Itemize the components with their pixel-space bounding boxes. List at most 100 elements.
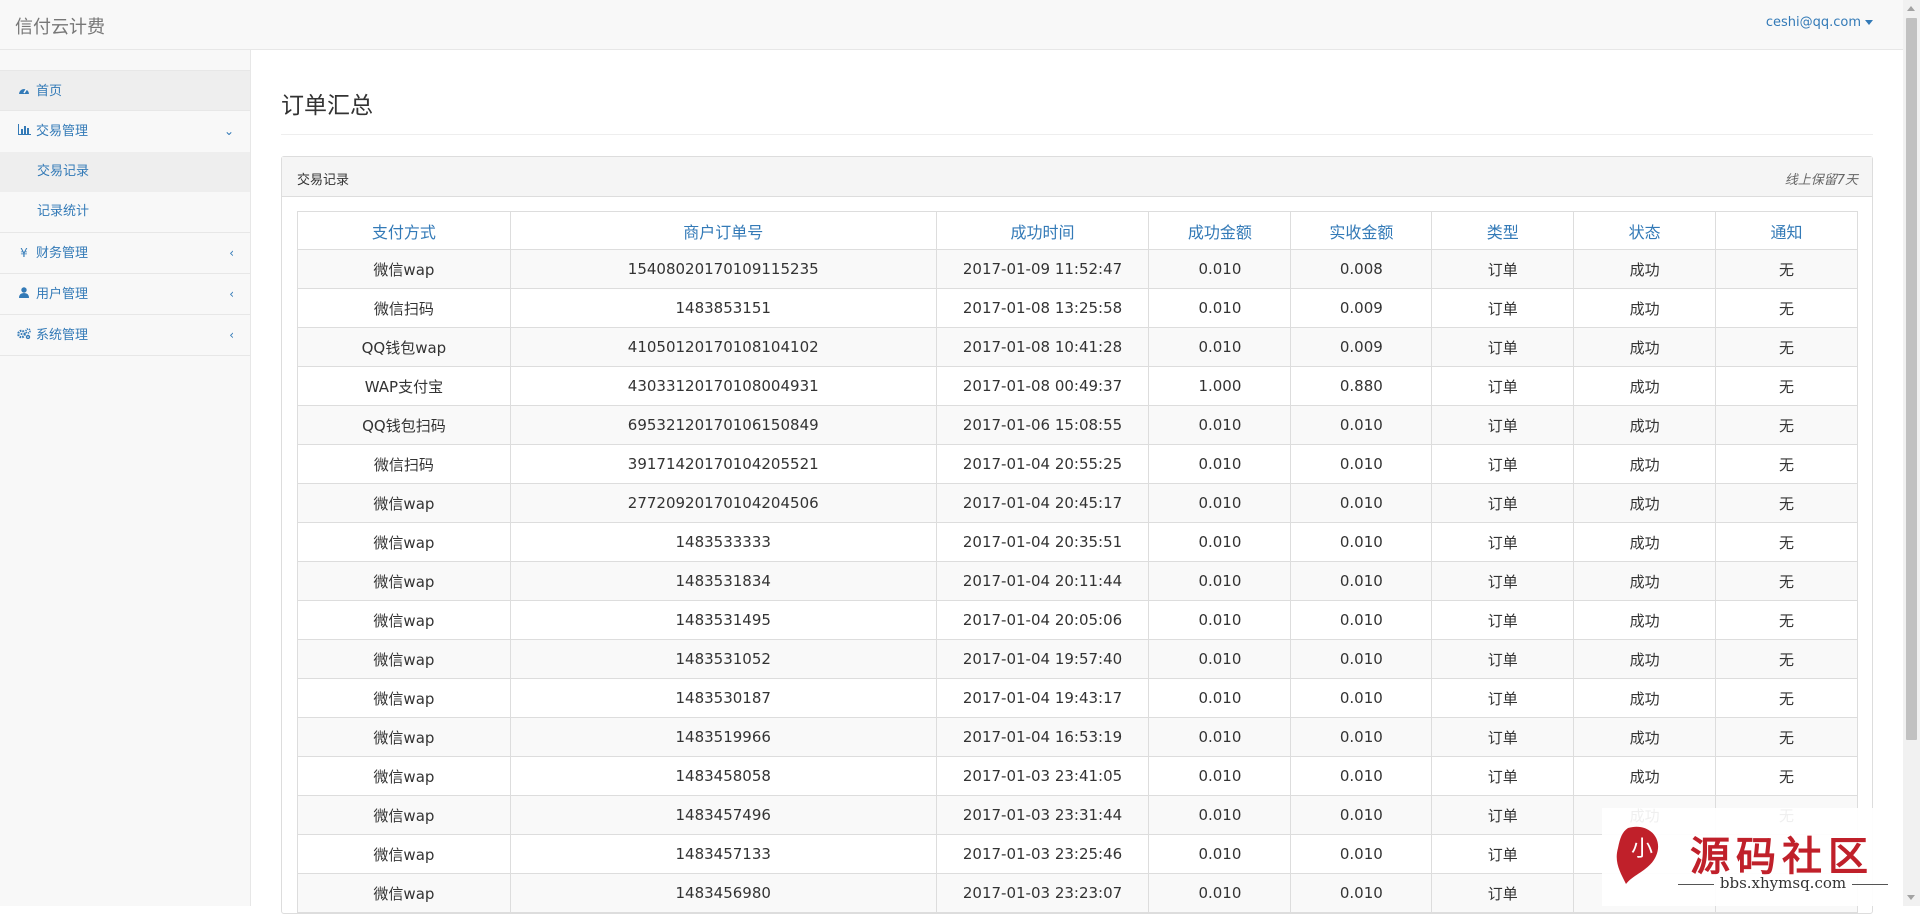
cell-status: 成功 <box>1573 678 1717 718</box>
sidebar-subitem-record-stats[interactable]: 记录统计 <box>0 192 250 232</box>
user-icon <box>16 274 32 314</box>
cell-received: 0.010 <box>1290 600 1433 640</box>
cell-order-no: 1483519966 <box>509 717 937 757</box>
cell-status: 成功 <box>1573 249 1717 289</box>
cell-pay-method: 微信wap <box>297 834 511 874</box>
cell-received: 0.009 <box>1290 327 1433 367</box>
sidebar: 首页 交易管理 ⌄ 交易记录 记录统计 ¥ 财务管理 ‹ 用户管理 ‹ 系统管理 … <box>0 50 251 906</box>
cell-amount: 0.010 <box>1148 444 1292 484</box>
cell-pay-method: 微信扫码 <box>297 288 511 328</box>
sidebar-item-system[interactable]: 系统管理 ‹ <box>0 315 250 356</box>
brand-title[interactable]: 信付云计费 <box>15 13 105 39</box>
cell-pay-method: 微信扫码 <box>297 444 511 484</box>
transactions-panel: 交易记录 线上保留7天 支付方式 商户订单号 成功时间 成功金额 实收金额 类型… <box>281 156 1873 914</box>
chevron-left-icon: ‹ <box>229 328 234 342</box>
table-row: WAP支付宝 43033120170108004931 2017-01-08 00:… <box>297 366 1858 406</box>
sidebar-subitem-label: 记录统计 <box>37 204 90 219</box>
cell-amount: 0.010 <box>1148 561 1292 601</box>
table-row: 微信wap 1483458058 2017-01-03 23:41:05 0.010 0… <box>297 756 1858 796</box>
cell-status: 成功 <box>1573 405 1717 445</box>
sidebar-item-label: 首页 <box>36 84 63 99</box>
page-scrollbar[interactable] <box>1903 0 1920 906</box>
retention-note: 线上保留7天 <box>1784 173 1858 188</box>
cell-amount: 0.010 <box>1148 756 1292 796</box>
cell-amount: 0.010 <box>1148 678 1292 718</box>
cell-amount: 0.010 <box>1148 639 1292 679</box>
table-row: QQ钱包wap 41050120170108104102 2017-01-08 10… <box>297 327 1858 367</box>
cell-notify: 无 <box>1715 678 1858 718</box>
cell-pay-method: QQ钱包wap <box>297 327 511 367</box>
chevron-down-icon: ⌄ <box>223 124 234 138</box>
cell-type: 订单 <box>1431 405 1575 445</box>
user-email: ceshi@qq.com <box>1765 15 1861 30</box>
cell-type: 订单 <box>1431 366 1575 406</box>
scrollbar-thumb[interactable] <box>1906 18 1917 740</box>
table-row: 微信wap 1483519966 2017-01-04 16:53:19 0.010 0… <box>297 717 1858 757</box>
cell-notify: 无 <box>1715 561 1858 601</box>
cell-success-time: 2017-01-03 23:41:05 <box>935 756 1150 796</box>
cell-order-no: 41050120170108104102 <box>509 327 937 367</box>
cell-type: 订单 <box>1431 483 1575 523</box>
cell-success-time: 2017-01-04 20:45:17 <box>935 483 1150 523</box>
cell-type: 订单 <box>1431 834 1575 874</box>
cell-success-time: 2017-01-06 15:08:55 <box>935 405 1150 445</box>
column-header-status: 状态 <box>1573 211 1717 250</box>
cell-success-time: 2017-01-04 20:05:06 <box>935 600 1150 640</box>
cell-status: 成功 <box>1573 717 1717 757</box>
caret-down-icon <box>1865 20 1873 25</box>
sidebar-subitem-transaction-records[interactable]: 交易记录 <box>0 152 250 192</box>
cell-order-no: 1483853151 <box>509 288 937 328</box>
sidebar-item-home[interactable]: 首页 <box>0 70 250 111</box>
column-header-order-no: 商户订单号 <box>509 211 937 250</box>
cell-order-no: 1483531834 <box>509 561 937 601</box>
cell-notify: 无 <box>1715 327 1858 367</box>
cell-type: 订单 <box>1431 873 1575 913</box>
sidebar-item-finance[interactable]: ¥ 财务管理 ‹ <box>0 233 250 274</box>
cell-pay-method: 微信wap <box>297 522 511 562</box>
cell-success-time: 2017-01-04 20:35:51 <box>935 522 1150 562</box>
cell-success-time: 2017-01-03 23:31:44 <box>935 795 1150 835</box>
page-title: 订单汇总 <box>281 86 1873 135</box>
chevron-left-icon: ‹ <box>229 246 234 260</box>
cell-amount: 0.010 <box>1148 600 1292 640</box>
column-header-pay-method: 支付方式 <box>297 211 511 250</box>
watermark-logo-char: 小 <box>1631 837 1653 862</box>
cell-amount: 0.010 <box>1148 249 1292 289</box>
cell-pay-method: 微信wap <box>297 600 511 640</box>
cell-success-time: 2017-01-04 19:57:40 <box>935 639 1150 679</box>
cell-received: 0.010 <box>1290 639 1433 679</box>
top-navbar: 信付云计费 ceshi@qq.com <box>0 0 1903 50</box>
cell-type: 订单 <box>1431 327 1575 367</box>
column-header-success-time: 成功时间 <box>935 211 1150 250</box>
column-header-notify: 通知 <box>1715 211 1858 250</box>
panel-heading: 交易记录 线上保留7天 <box>282 157 1872 197</box>
table-header-row: 支付方式 商户订单号 成功时间 成功金额 实收金额 类型 状态 通知 <box>297 211 1858 250</box>
panel-title: 交易记录 <box>297 173 350 188</box>
scroll-down-arrow-icon[interactable] <box>1907 895 1915 900</box>
cell-type: 订单 <box>1431 600 1575 640</box>
cell-pay-method: WAP支付宝 <box>297 366 511 406</box>
table-row: 微信扫码 39171420170104205521 2017-01-04 20:55… <box>297 444 1858 484</box>
cell-notify: 无 <box>1715 639 1858 679</box>
sidebar-item-users[interactable]: 用户管理 ‹ <box>0 274 250 315</box>
cell-order-no: 1483457496 <box>509 795 937 835</box>
sidebar-item-transactions[interactable]: 交易管理 ⌄ <box>0 111 250 152</box>
cell-amount: 0.010 <box>1148 483 1292 523</box>
cell-success-time: 2017-01-08 10:41:28 <box>935 327 1150 367</box>
cell-amount: 0.010 <box>1148 834 1292 874</box>
cell-success-time: 2017-01-04 16:53:19 <box>935 717 1150 757</box>
cell-success-time: 2017-01-04 20:55:25 <box>935 444 1150 484</box>
cell-notify: 无 <box>1715 717 1858 757</box>
panel-body: 支付方式 商户订单号 成功时间 成功金额 实收金额 类型 状态 通知 微信wap… <box>282 197 1872 913</box>
cell-received: 0.010 <box>1290 522 1433 562</box>
cell-notify: 无 <box>1715 444 1858 484</box>
cell-order-no: 1483531495 <box>509 600 937 640</box>
user-dropdown[interactable]: ceshi@qq.com <box>1766 15 1873 30</box>
table-row: 微信wap 1483531052 2017-01-04 19:57:40 0.010 0… <box>297 639 1858 679</box>
cell-status: 成功 <box>1573 522 1717 562</box>
cell-pay-method: 微信wap <box>297 756 511 796</box>
chevron-left-icon: ‹ <box>229 287 234 301</box>
cell-pay-method: 微信wap <box>297 639 511 679</box>
cell-success-time: 2017-01-03 23:25:46 <box>935 834 1150 874</box>
scroll-up-arrow-icon[interactable] <box>1907 6 1915 11</box>
